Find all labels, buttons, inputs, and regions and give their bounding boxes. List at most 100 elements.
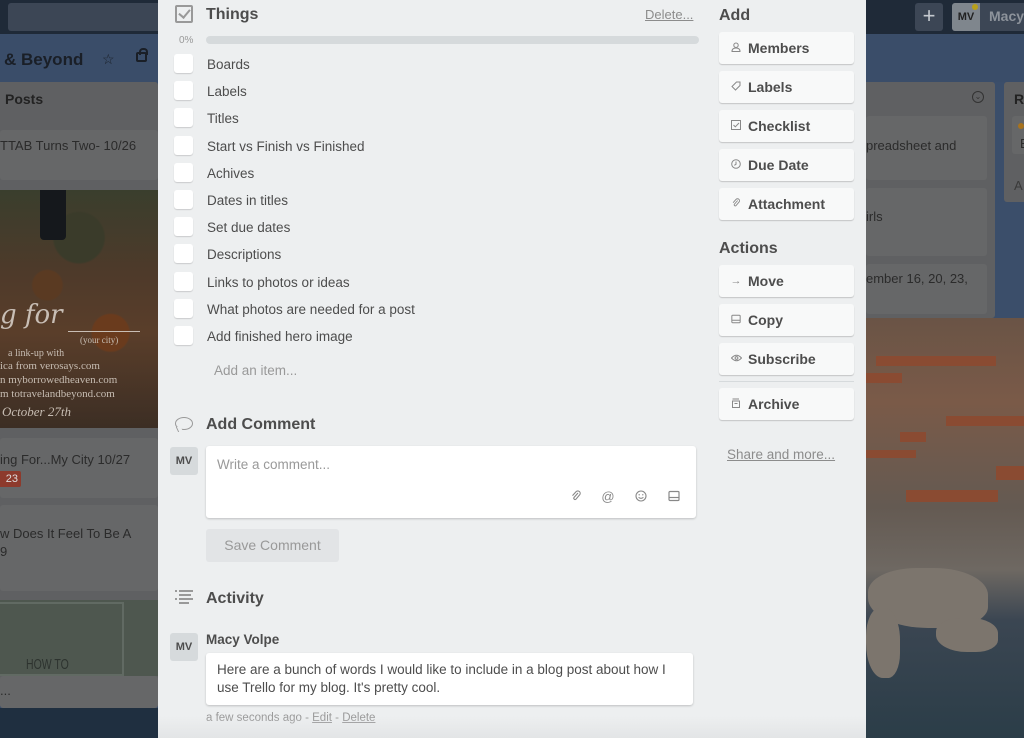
checklist-item: Descriptions (174, 240, 694, 267)
checklist-item-label[interactable]: Titles (207, 111, 239, 126)
avatar[interactable]: MV (170, 447, 198, 475)
card[interactable]: ing For...My City 10/27 23 (0, 438, 158, 498)
card-title: ... (0, 683, 11, 698)
gold-badge-icon (972, 4, 978, 10)
card-title: w Does It Feel To Be A 9 (0, 526, 132, 559)
checklist-item: Start vs Finish vs Finished (174, 132, 694, 159)
board-title[interactable]: & Beyond (4, 50, 83, 70)
card-title: preadsheet and (866, 138, 957, 153)
list-menu-icon[interactable]: ⌄ (972, 91, 984, 103)
card-detail-modal: Things Delete... 0% Boards Labels Titles… (158, 0, 866, 738)
clock-icon (729, 149, 743, 181)
image-text: a link-up with (8, 348, 65, 359)
checklist-button[interactable]: Checklist (719, 110, 854, 142)
image-text: October 27th (2, 404, 71, 419)
label-dot (1018, 123, 1024, 129)
card[interactable]: E (1012, 116, 1024, 154)
member-menu-button[interactable]: MV Macy (952, 3, 1024, 31)
star-icon[interactable]: ☆ (102, 51, 115, 68)
search-input[interactable] (8, 3, 168, 31)
actions-heading: Actions (719, 240, 778, 257)
background-photo (0, 708, 158, 738)
checklist-item-label[interactable]: Dates in titles (207, 193, 288, 208)
checkbox[interactable] (174, 81, 193, 101)
photo-person (40, 190, 66, 240)
checkbox[interactable] (174, 217, 193, 237)
archive-button[interactable]: Archive (719, 388, 854, 420)
share-and-more-link[interactable]: Share and more... (727, 447, 835, 462)
subscribe-button[interactable]: Subscribe (719, 343, 854, 375)
card-title: ing For...My City 10/27 (0, 452, 131, 467)
attachment-button[interactable]: Attachment (719, 188, 854, 220)
activity-icon (175, 589, 193, 605)
button-label: Due Date (748, 157, 809, 173)
checklist-item-label[interactable]: What photos are needed for a post (207, 302, 415, 317)
card[interactable]: irls (866, 188, 987, 256)
checklist-items: Boards Labels Titles Start vs Finish vs … (174, 50, 694, 349)
checklist-icon (175, 5, 193, 23)
add-card-link[interactable]: A (1014, 178, 1023, 193)
copy-button[interactable]: Copy (719, 304, 854, 336)
button-label: Attachment (748, 196, 826, 212)
person-icon (729, 32, 743, 64)
checklist-item: Add finished hero image (174, 322, 694, 349)
button-label: Archive (748, 396, 800, 412)
card[interactable]: TTAB Turns Two- 10/26 (0, 130, 158, 180)
checkbox[interactable] (174, 108, 193, 128)
checklist-title[interactable]: Things (206, 6, 258, 24)
comment-icon (175, 417, 193, 430)
avatar[interactable]: MV (170, 633, 198, 661)
image-text: (your city) (80, 335, 119, 345)
paperclip-icon[interactable] (569, 490, 583, 504)
card[interactable]: w Does It Feel To Be A 9 (0, 505, 158, 591)
checkbox[interactable] (174, 162, 193, 182)
button-label: Checklist (748, 118, 811, 134)
checklist-item-label[interactable]: Boards (207, 57, 250, 72)
button-label: Labels (748, 79, 793, 95)
card-cover-image[interactable]: HOW TO (0, 600, 158, 676)
archive-icon (729, 388, 743, 420)
card-cover-image[interactable]: g for (your city) a link-up with ica fro… (0, 190, 158, 428)
checklist-item-label[interactable]: Achives (207, 166, 254, 181)
checkbox[interactable] (174, 325, 193, 345)
card-title: TTAB Turns Two- 10/26 (0, 138, 137, 153)
checklist-item-label[interactable]: Start vs Finish vs Finished (207, 139, 365, 154)
card[interactable]: ... (0, 676, 158, 708)
checkbox[interactable] (174, 244, 193, 264)
checkbox[interactable] (174, 271, 193, 291)
card-title: irls (866, 209, 883, 224)
list-title[interactable]: R (1014, 91, 1024, 107)
card-icon[interactable] (667, 490, 681, 504)
checklist-item: Achives (174, 159, 694, 186)
checklist-item-label[interactable]: Set due dates (207, 220, 290, 235)
list-title[interactable]: Posts (5, 91, 43, 107)
checklist-item: What photos are needed for a post (174, 295, 694, 322)
checklist-item-label[interactable]: Descriptions (207, 247, 281, 262)
card[interactable]: preadsheet and (866, 116, 987, 180)
activity-author[interactable]: Macy Volpe (206, 632, 279, 647)
modal-bottom-shadow (158, 716, 866, 738)
checkbox[interactable] (174, 54, 193, 73)
comment-input[interactable]: Write a comment... @ (206, 446, 696, 518)
checkbox[interactable] (174, 135, 193, 155)
checklist-item-label[interactable]: Links to photos or ideas (207, 275, 350, 290)
save-comment-button[interactable]: Save Comment (206, 529, 339, 562)
checklist-item: Boards (174, 50, 694, 77)
members-button[interactable]: Members (719, 32, 854, 64)
checkbox[interactable] (174, 189, 193, 209)
delete-checklist-link[interactable]: Delete... (645, 7, 693, 22)
lock-icon[interactable] (136, 48, 148, 62)
due-date-button[interactable]: Due Date (719, 149, 854, 181)
card[interactable]: ember 16, 20, 23, (866, 264, 987, 314)
labels-button[interactable]: Labels (719, 71, 854, 103)
add-button[interactable]: + (915, 3, 943, 31)
checklist-item: Labels (174, 77, 694, 104)
move-button[interactable]: → Move (719, 265, 854, 297)
checkbox[interactable] (174, 298, 193, 318)
checklist-item-label[interactable]: Labels (207, 84, 247, 99)
add-checklist-item-input[interactable]: Add an item... (214, 363, 297, 378)
mention-icon[interactable]: @ (601, 490, 615, 504)
emoji-icon[interactable] (634, 490, 648, 504)
checklist-item-label[interactable]: Add finished hero image (207, 329, 353, 344)
button-label: Move (748, 273, 784, 289)
